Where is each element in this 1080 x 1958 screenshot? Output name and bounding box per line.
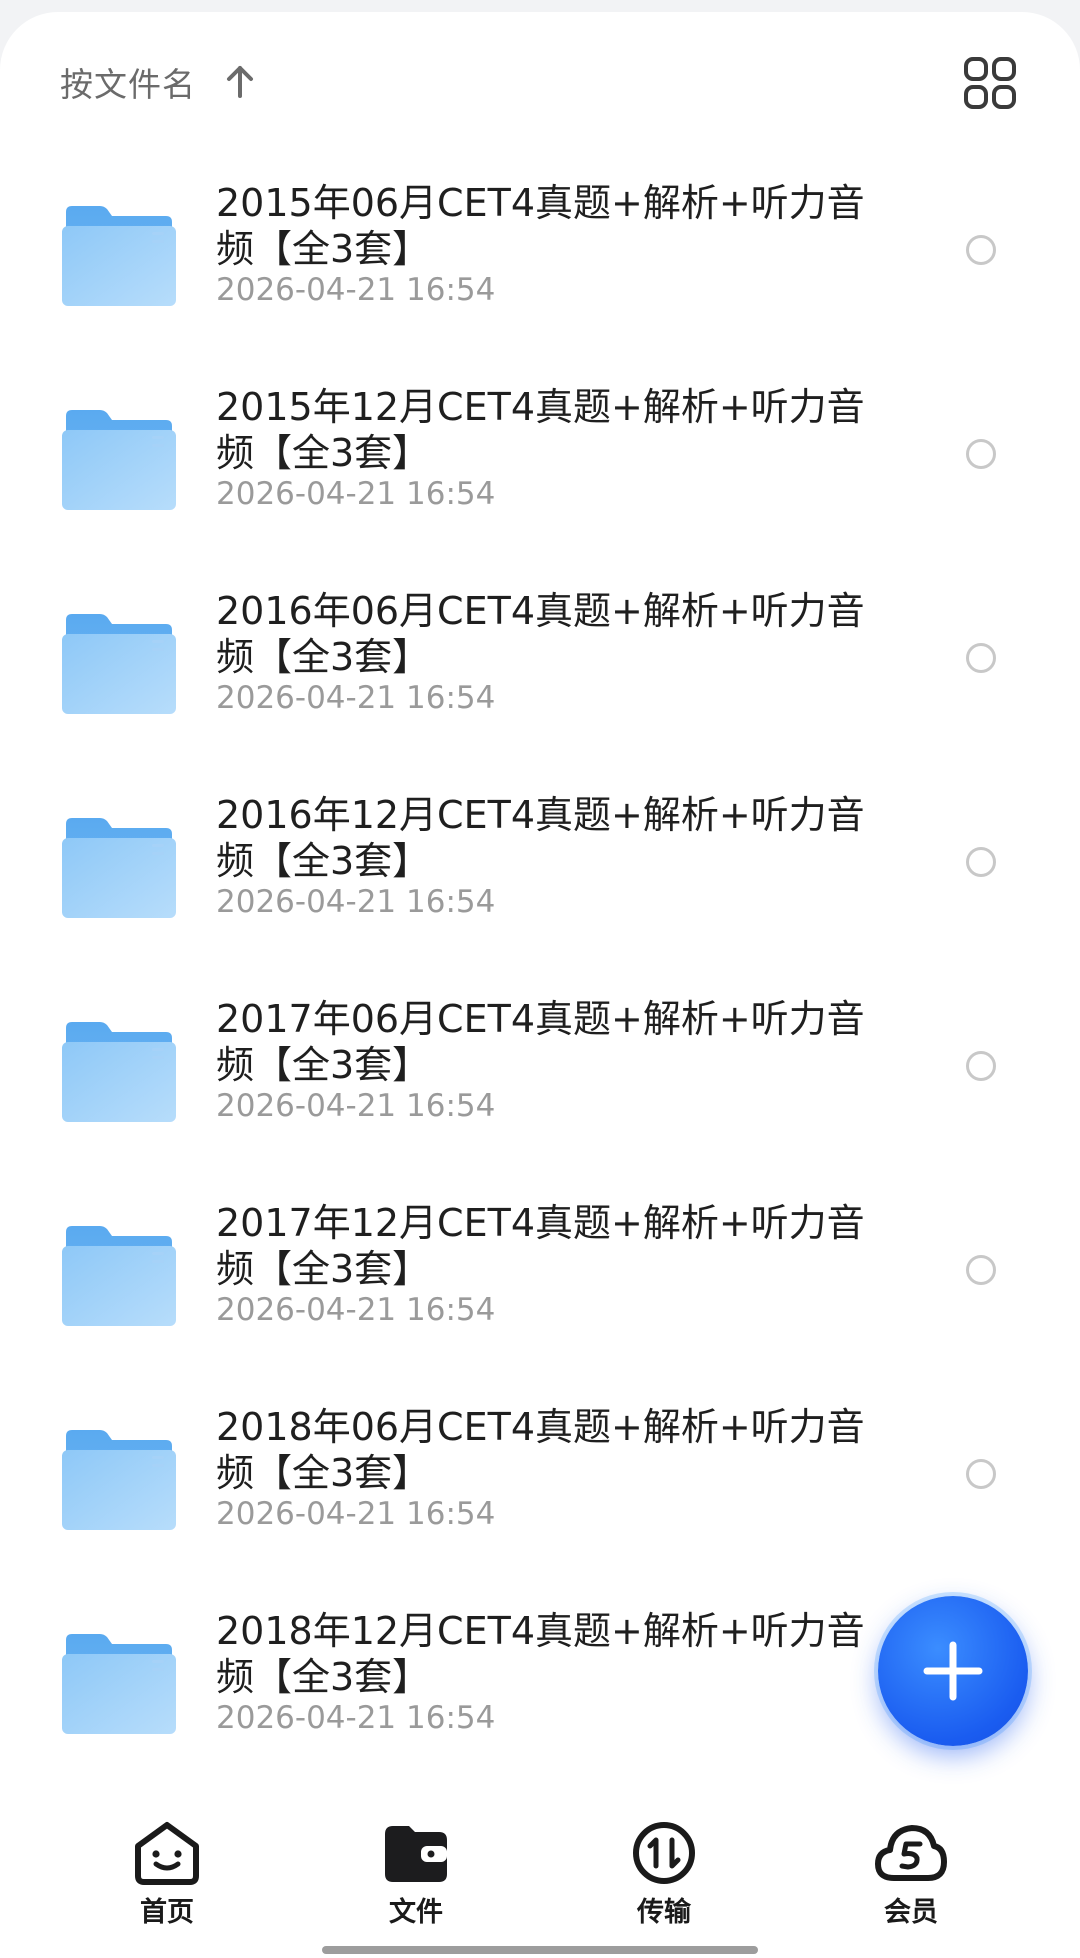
file-name: 2015年06月CET4真题+解析+听力音频【全3套】 xyxy=(216,181,865,271)
sort-bar: 按文件名 xyxy=(0,12,1080,152)
tab-vip[interactable]: 会员 xyxy=(841,1820,981,1930)
file-date: 2026-04-21 16:54 xyxy=(216,1700,496,1736)
file-name: 2017年06月CET4真题+解析+听力音频【全3套】 xyxy=(216,997,865,1087)
folder-icon xyxy=(62,1018,176,1122)
tab-files-label: 文件 xyxy=(389,1897,443,1928)
list-item[interactable]: 2018年06月CET4真题+解析+听力音频【全3套】 2026-04-21 1… xyxy=(0,1376,1080,1580)
tab-vip-label: 会员 xyxy=(884,1897,938,1928)
tab-files[interactable]: 文件 xyxy=(346,1820,486,1930)
sort-by-name-button[interactable]: 按文件名 xyxy=(60,58,196,106)
list-item[interactable]: 2016年06月CET4真题+解析+听力音频【全3套】 2026-04-21 1… xyxy=(0,560,1080,764)
folder-wallet-icon xyxy=(385,1826,447,1882)
select-radio[interactable] xyxy=(966,1051,996,1081)
file-name: 2018年12月CET4真题+解析+听力音频【全3套】 xyxy=(216,1609,865,1699)
folder-icon xyxy=(62,1630,176,1734)
select-radio[interactable] xyxy=(966,847,996,877)
tab-home-label: 首页 xyxy=(140,1897,194,1928)
plus-icon xyxy=(923,1641,983,1701)
file-date: 2026-04-21 16:54 xyxy=(216,272,496,308)
folder-icon xyxy=(62,610,176,714)
select-radio[interactable] xyxy=(966,1459,996,1489)
home-indicator[interactable] xyxy=(322,1946,758,1954)
folder-icon xyxy=(62,1426,176,1530)
folder-icon xyxy=(62,814,176,918)
file-name: 2016年06月CET4真题+解析+听力音频【全3套】 xyxy=(216,589,865,679)
arrow-up-icon[interactable] xyxy=(222,64,258,100)
file-date: 2026-04-21 16:54 xyxy=(216,476,496,512)
folder-icon xyxy=(62,406,176,510)
tab-transfer[interactable]: 传输 xyxy=(594,1820,734,1930)
file-name: 2015年12月CET4真题+解析+听力音频【全3套】 xyxy=(216,385,865,475)
select-radio[interactable] xyxy=(966,1255,996,1285)
bottom-tab-bar: 首页 文件 传输 会员 xyxy=(0,1800,1080,1958)
file-name: 2018年06月CET4真题+解析+听力音频【全3套】 xyxy=(216,1405,865,1495)
folder-icon xyxy=(62,1222,176,1326)
grid-view-icon[interactable] xyxy=(962,55,1018,111)
file-date: 2026-04-21 16:54 xyxy=(216,1292,496,1328)
tab-transfer-label: 传输 xyxy=(637,1897,691,1928)
select-radio[interactable] xyxy=(966,235,996,265)
list-item[interactable]: 2017年06月CET4真题+解析+听力音频【全3套】 2026-04-21 1… xyxy=(0,968,1080,1172)
file-date: 2026-04-21 16:54 xyxy=(216,680,496,716)
home-face-icon xyxy=(135,1822,199,1885)
file-date: 2026-04-21 16:54 xyxy=(216,1088,496,1124)
list-item[interactable]: 2015年06月CET4真题+解析+听力音频【全3套】 2026-04-21 1… xyxy=(0,152,1080,356)
select-radio[interactable] xyxy=(966,439,996,469)
transfer-icon xyxy=(633,1822,695,1884)
tab-home[interactable]: 首页 xyxy=(97,1820,237,1930)
file-date: 2026-04-21 16:54 xyxy=(216,884,496,920)
select-radio[interactable] xyxy=(966,643,996,673)
folder-icon xyxy=(62,202,176,306)
file-name: 2016年12月CET4真题+解析+听力音频【全3套】 xyxy=(216,793,865,883)
add-fab-button[interactable] xyxy=(878,1596,1028,1746)
list-item[interactable]: 2017年12月CET4真题+解析+听力音频【全3套】 2026-04-21 1… xyxy=(0,1172,1080,1376)
cloud-s-icon xyxy=(875,1825,947,1881)
file-name: 2017年12月CET4真题+解析+听力音频【全3套】 xyxy=(216,1201,865,1291)
list-item[interactable]: 2015年12月CET4真题+解析+听力音频【全3套】 2026-04-21 1… xyxy=(0,356,1080,560)
list-item[interactable]: 2016年12月CET4真题+解析+听力音频【全3套】 2026-04-21 1… xyxy=(0,764,1080,968)
file-date: 2026-04-21 16:54 xyxy=(216,1496,496,1532)
